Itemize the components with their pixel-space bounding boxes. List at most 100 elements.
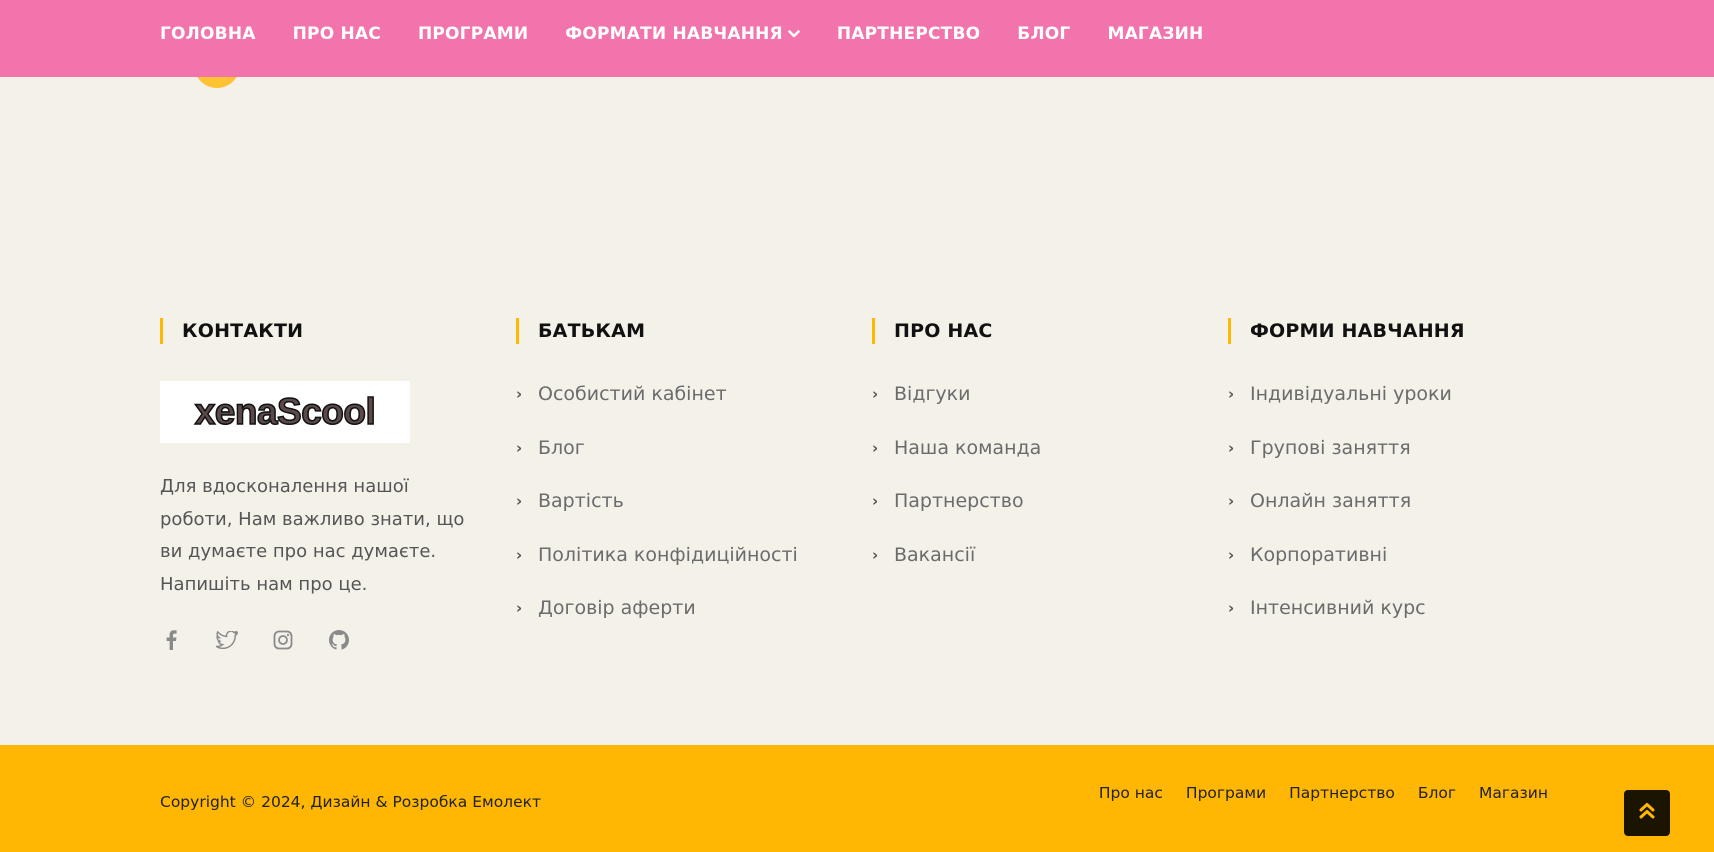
bottom-link-programs[interactable]: Програми [1186,784,1266,802]
forms-heading: ФОРМИ НАВЧАННЯ [1228,318,1465,344]
link-blog[interactable]: Блог [538,435,585,461]
list-item[interactable]: › Політика конфідиційності [516,542,798,596]
brand-logo-text: xenaScool [194,390,377,433]
footer-forms: ФОРМИ НАВЧАННЯ › Індивідуальні уроки › Гру… [1228,318,1465,649]
list-item[interactable]: › Відгуки [872,381,1041,435]
list-item[interactable]: › Партнерство [872,488,1041,542]
chevron-right-icon: › [516,599,523,618]
list-item[interactable]: › Онлайн заняття [1228,488,1465,542]
parents-links: › Особистий кабінет › Блог › Вартість › Полі… [516,381,798,649]
instagram-icon[interactable] [272,629,294,651]
link-individual-lessons[interactable]: Індивідуальні уроки [1250,381,1452,407]
link-partnership[interactable]: Партнерство [894,488,1024,514]
list-item[interactable]: › Блог [516,435,798,489]
parents-heading: БАТЬКАМ [516,318,798,344]
list-item[interactable]: › Індивідуальні уроки [1228,381,1465,435]
double-chevron-up-icon [1639,802,1655,824]
bottom-links: Про нас Програми Партнерство Блог Магази… [1076,783,1548,802]
about-links: › Відгуки › Наша команда › Партнерство › Вак… [872,381,1041,595]
nav-link-partnership[interactable]: ПАРТНЕРСТВО [837,24,980,44]
heading-accent-bar [516,318,519,344]
twitter-icon[interactable] [216,629,238,651]
link-pricing[interactable]: Вартість [538,488,624,514]
list-item[interactable]: Програми [1186,783,1266,802]
footer-contacts: КОНТАКТИ xenaScool Для вдосконалення наш… [160,318,480,651]
nav-item-about[interactable]: ПРО НАС [293,24,381,44]
nav-item-formats[interactable]: ФОРМАТИ НАВЧАННЯ [565,24,800,44]
list-item[interactable]: Про нас [1099,783,1163,802]
link-intensive-course[interactable]: Інтенсивний курс [1250,595,1426,621]
list-item[interactable]: › Договір аферти [516,595,798,649]
bottom-link-about[interactable]: Про нас [1099,784,1163,802]
heading-accent-bar [872,318,875,344]
link-group-lessons[interactable]: Групові заняття [1250,435,1411,461]
link-privacy-policy[interactable]: Політика конфідиційності [538,542,798,568]
forms-links: › Індивідуальні уроки › Групові заняття › О… [1228,381,1465,649]
chevron-right-icon: › [872,385,879,403]
link-personal-cabinet[interactable]: Особистий кабінет [538,381,727,407]
link-vacancies[interactable]: Вакансії [894,542,975,568]
parents-title: БАТЬКАМ [538,320,646,342]
bottom-bar: Copyright © 2024, Дизайн & Розробка Емол… [0,745,1714,852]
nav-link-about[interactable]: ПРО НАС [293,24,381,44]
contacts-heading: КОНТАКТИ [160,318,480,344]
back-to-top-button[interactable] [1624,790,1670,836]
list-item[interactable]: › Вакансії [872,542,1041,596]
chevron-right-icon: › [1228,438,1235,457]
list-item[interactable]: › Вартість [516,488,798,542]
chevron-down-icon[interactable] [788,24,800,43]
list-item[interactable]: Блог [1418,783,1456,802]
nav-item-blog[interactable]: БЛОГ [1017,24,1070,44]
list-item[interactable]: › Особистий кабінет [516,381,798,435]
top-navigation: ГОЛОВНА ПРО НАС ПРОГРАМИ ФОРМАТИ НАВЧАНН… [0,0,1714,77]
list-item[interactable]: Магазин [1479,783,1548,802]
contacts-title: КОНТАКТИ [182,320,304,342]
list-item[interactable]: › Групові заняття [1228,435,1465,489]
facebook-icon[interactable] [160,629,182,651]
chevron-right-icon: › [516,385,523,403]
contacts-description: Для вдосконалення нашої роботи, Нам важл… [160,476,465,595]
footer-parents: БАТЬКАМ › Особистий кабінет › Блог › Вартіс… [516,318,798,649]
forms-title: ФОРМИ НАВЧАННЯ [1250,320,1465,342]
link-corporate[interactable]: Корпоративні [1250,542,1387,568]
heading-accent-bar [1228,318,1231,344]
bottom-link-partnership[interactable]: Партнерство [1289,784,1395,802]
chevron-right-icon: › [872,492,879,511]
list-item[interactable]: › Наша команда [872,435,1041,489]
nav-item-partnership[interactable]: ПАРТНЕРСТВО [837,24,980,44]
bottom-link-shop[interactable]: Магазин [1479,784,1548,802]
chevron-right-icon: › [516,545,523,564]
github-icon[interactable] [328,629,350,651]
chevron-right-icon: › [872,438,879,457]
link-online-lessons[interactable]: Онлайн заняття [1250,488,1411,514]
nav-item-home[interactable]: ГОЛОВНА [160,24,256,44]
chevron-right-icon: › [1228,599,1235,618]
chevron-right-icon: › [872,545,879,564]
nav-link-formats[interactable]: ФОРМАТИ НАВЧАННЯ [565,24,783,44]
nav-link-home[interactable]: ГОЛОВНА [160,24,256,44]
about-heading: ПРО НАС [872,318,1041,344]
chevron-right-icon: › [516,438,523,457]
chevron-right-icon: › [1228,545,1235,564]
bottom-link-blog[interactable]: Блог [1418,784,1456,802]
nav-item-shop[interactable]: МАГАЗИН [1107,24,1203,44]
nav-link-shop[interactable]: МАГАЗИН [1107,24,1203,44]
copyright-text: Copyright © 2024, Дизайн & Розробка Емол… [160,793,542,811]
heading-accent-bar [160,318,163,344]
list-item[interactable]: › Корпоративні [1228,542,1465,596]
list-item[interactable]: › Інтенсивний курс [1228,595,1465,649]
link-team[interactable]: Наша команда [894,435,1041,461]
link-reviews[interactable]: Відгуки [894,381,971,407]
chevron-right-icon: › [1228,385,1235,403]
brand-logo[interactable]: xenaScool [160,381,410,443]
list-item[interactable]: Партнерство [1289,783,1395,802]
nav-item-programs[interactable]: ПРОГРАМИ [418,24,528,44]
link-offer-agreement[interactable]: Договір аферти [538,595,696,621]
chevron-right-icon: › [1228,492,1235,511]
social-links [160,629,480,651]
about-title: ПРО НАС [894,320,993,342]
nav-link-programs[interactable]: ПРОГРАМИ [418,24,528,44]
chevron-right-icon: › [516,492,523,511]
nav-link-blog[interactable]: БЛОГ [1017,24,1070,44]
footer-about: ПРО НАС › Відгуки › Наша команда › Партнерс… [872,318,1041,595]
